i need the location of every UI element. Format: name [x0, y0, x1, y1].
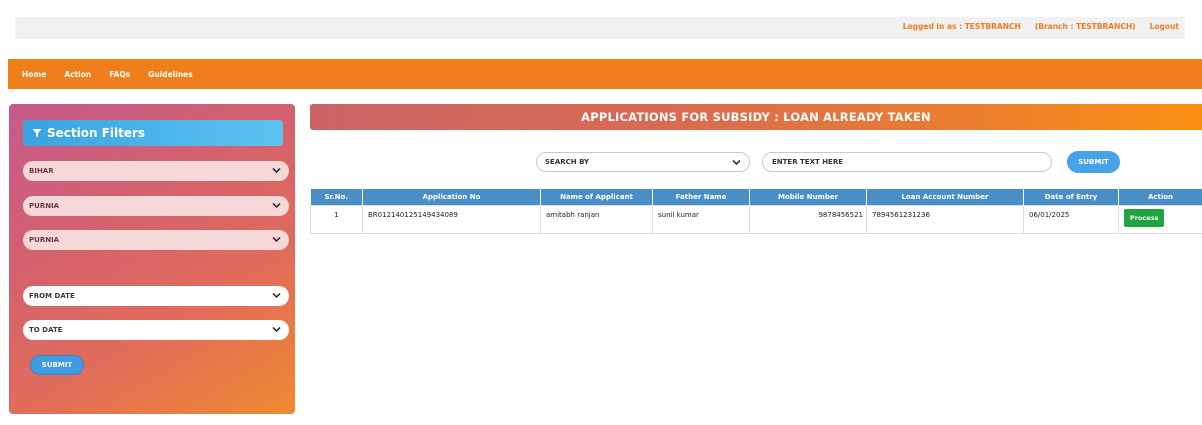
branch-label: (Branch : TESTBRANCH) — [1034, 22, 1136, 31]
cell-action: Process — [1118, 204, 1202, 234]
cell-applicant-name: amitabh ranjan — [540, 204, 653, 234]
state-select-value: BIHAR — [29, 167, 54, 175]
nav-home[interactable]: Home — [22, 70, 46, 79]
branch-select-value: PURNIA — [29, 236, 60, 244]
search-by-select[interactable]: SEARCH BY — [536, 152, 750, 172]
main-nav: Home Action FAQs Guidelines — [8, 59, 1202, 89]
search-input[interactable] — [762, 152, 1052, 172]
chevron-down-icon — [272, 292, 281, 299]
col-father-name: Father Name — [652, 189, 750, 205]
logged-in-label: Logged in as : TESTBRANCH — [902, 22, 1021, 31]
from-date-value: FROM DATE — [29, 292, 75, 300]
cell-date-of-entry: 06/01/2025 — [1023, 204, 1119, 234]
cell-mobile-number: 9878456521 — [749, 204, 867, 234]
district-select[interactable]: PURNIA — [23, 196, 289, 216]
section-filters-title: Section Filters — [47, 126, 146, 140]
district-select-value: PURNIA — [29, 202, 60, 210]
chevron-down-icon — [272, 202, 281, 209]
filter-sidebar: Section Filters BIHAR PURNIA PURNIA FROM… — [9, 104, 295, 414]
cell-loan-account-number: 7894561231236 — [866, 204, 1024, 234]
chevron-down-icon — [272, 326, 281, 333]
logout-link[interactable]: Logout — [1150, 22, 1179, 31]
applications-table: Sr.No. Application No Name of Applicant … — [310, 189, 1202, 234]
sidebar-submit-button[interactable]: SUBMIT — [30, 355, 84, 375]
col-loan-account-number: Loan Account Number — [866, 189, 1024, 205]
nav-faqs[interactable]: FAQs — [109, 70, 130, 79]
cell-application-no: BR012140125149434089 — [362, 204, 541, 234]
search-by-value: SEARCH BY — [545, 158, 590, 166]
search-submit-button[interactable]: SUBMIT — [1067, 151, 1120, 173]
user-info: Logged in as : TESTBRANCH (Branch : TEST… — [903, 22, 1179, 31]
to-date-select[interactable]: TO DATE — [23, 320, 289, 340]
page: Logged in as : TESTBRANCH (Branch : TEST… — [0, 0, 1202, 425]
col-date-of-entry: Date of Entry — [1023, 189, 1119, 205]
branch-select[interactable]: PURNIA — [23, 230, 289, 250]
top-bar: Logged in as : TESTBRANCH (Branch : TEST… — [15, 17, 1185, 39]
chevron-down-icon — [732, 159, 741, 166]
nav-action[interactable]: Action — [64, 70, 91, 79]
to-date-value: TO DATE — [29, 326, 63, 334]
filter-icon — [32, 128, 42, 138]
cell-father-name: sunil kumar — [652, 204, 750, 234]
col-application-no: Application No — [362, 189, 541, 205]
col-mobile-number: Mobile Number — [749, 189, 867, 205]
nav-guidelines[interactable]: Guidelines — [148, 70, 193, 79]
cell-sr-no: 1 — [310, 204, 363, 234]
table-row: 1 BR012140125149434089 amitabh ranjan su… — [310, 204, 1202, 234]
col-applicant-name: Name of Applicant — [540, 189, 653, 205]
from-date-select[interactable]: FROM DATE — [23, 286, 289, 306]
chevron-down-icon — [272, 236, 281, 243]
section-filters-header: Section Filters — [23, 120, 283, 146]
chevron-down-icon — [272, 167, 281, 174]
col-action: Action — [1118, 189, 1202, 205]
page-title-banner: APPLICATIONS FOR SUBSIDY : LOAN ALREADY … — [310, 104, 1202, 130]
table-header-row: Sr.No. Application No Name of Applicant … — [310, 189, 1202, 205]
state-select[interactable]: BIHAR — [23, 161, 289, 181]
col-sr-no: Sr.No. — [310, 189, 363, 205]
process-button[interactable]: Process — [1124, 208, 1165, 227]
